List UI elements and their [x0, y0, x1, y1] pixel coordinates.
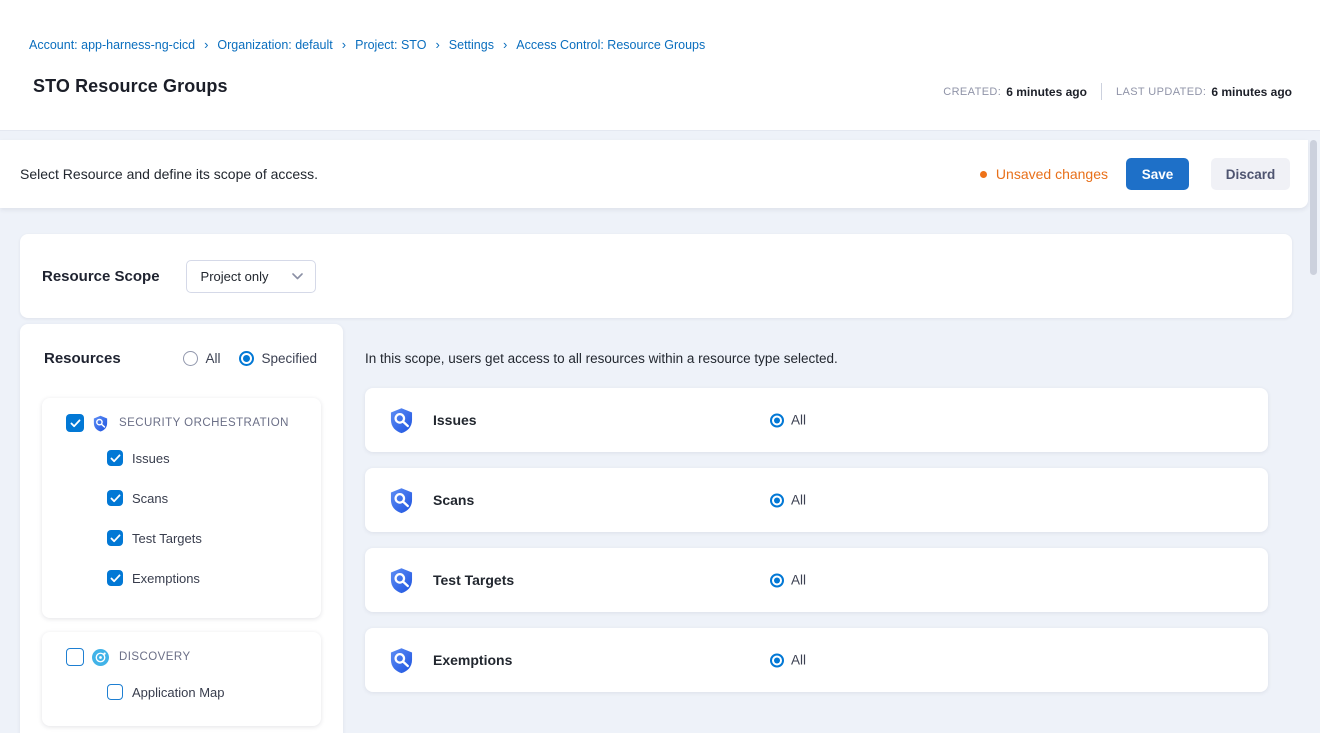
checkbox-application-map[interactable]	[107, 684, 123, 700]
unsaved-changes-status: Unsaved changes	[980, 166, 1108, 182]
shield-search-icon	[388, 646, 415, 675]
breadcrumb-settings[interactable]: Settings	[449, 38, 494, 52]
radar-icon	[92, 649, 109, 666]
meta-divider	[1101, 83, 1102, 100]
resource-scope-select[interactable]: Project only	[186, 260, 316, 293]
toolbar-actions: Unsaved changes Save Discard	[980, 158, 1290, 190]
resource-card-label: Issues	[433, 412, 477, 428]
vertical-scrollbar[interactable]	[1310, 140, 1317, 275]
action-toolbar: Select Resource and define its scope of …	[0, 140, 1308, 208]
page-title: STO Resource Groups	[33, 76, 228, 97]
checkbox-exemptions[interactable]	[107, 570, 123, 586]
resource-item-scans: Scans	[107, 478, 321, 518]
radio-specified-label: Specified	[261, 351, 317, 366]
group-children: Issues Scans Test Targets Exemptions	[42, 432, 321, 598]
resources-header: Resources All Specified	[20, 324, 343, 367]
created-value: 6 minutes ago	[1006, 85, 1087, 99]
radio-circle-selected-icon	[770, 653, 784, 667]
group-discovery: DISCOVERY Application Map	[42, 632, 321, 726]
resource-card-exemptions: Exemptions All	[365, 628, 1268, 692]
resources-panel: Resources All Specified SECURITY ORCHEST…	[20, 324, 343, 733]
chevron-down-icon	[292, 273, 303, 280]
radio-circle-icon	[183, 351, 198, 366]
resource-scope-label: Resource Scope	[42, 268, 160, 285]
group-name: SECURITY ORCHESTRATION	[119, 417, 289, 429]
checkbox-scans[interactable]	[107, 490, 123, 506]
last-updated-label: LAST UPDATED:	[1116, 86, 1206, 98]
radio-circle-selected-icon	[770, 573, 784, 587]
radio-all-label: All	[205, 351, 220, 366]
resource-card-scans: Scans All	[365, 468, 1268, 532]
access-radio-label: All	[791, 493, 806, 508]
resource-scope-selected-value: Project only	[201, 269, 269, 284]
access-radio-label: All	[791, 413, 806, 428]
shield-search-icon	[388, 486, 415, 515]
radio-circle-selected-icon	[770, 493, 784, 507]
resource-label: Scans	[132, 491, 168, 506]
resources-title: Resources	[44, 350, 121, 367]
access-radio-label: All	[791, 653, 806, 668]
access-radio-all-scans[interactable]: All	[770, 493, 806, 508]
discard-button[interactable]: Discard	[1211, 158, 1290, 190]
chevron-right-icon: ›	[435, 38, 439, 51]
group-header: SECURITY ORCHESTRATION	[42, 398, 321, 432]
group-checkbox-discovery[interactable]	[66, 648, 84, 666]
radio-circle-selected-icon	[770, 413, 784, 427]
group-security-orchestration: SECURITY ORCHESTRATION Issues Scans Test…	[42, 398, 321, 618]
shield-search-icon	[388, 566, 415, 595]
created-label: CREATED:	[943, 86, 1001, 98]
breadcrumb-resource-groups[interactable]: Access Control: Resource Groups	[516, 38, 705, 52]
radio-all[interactable]: All	[183, 351, 220, 366]
group-name: DISCOVERY	[119, 651, 191, 663]
unsaved-changes-label: Unsaved changes	[996, 166, 1108, 182]
unsaved-dot-icon	[980, 171, 987, 178]
resource-label: Exemptions	[132, 571, 200, 586]
resource-item-issues: Issues	[107, 438, 321, 478]
resource-item-application-map: Application Map	[107, 672, 321, 712]
resource-item-exemptions: Exemptions	[107, 558, 321, 598]
toolbar-description: Select Resource and define its scope of …	[20, 166, 318, 182]
shield-search-icon	[92, 415, 109, 432]
chevron-right-icon: ›	[204, 38, 208, 51]
page-header: Account: app-harness-ng-cicd › Organizat…	[0, 0, 1320, 130]
resource-card-label: Scans	[433, 492, 474, 508]
access-radio-label: All	[791, 573, 806, 588]
resource-card-label: Test Targets	[433, 572, 514, 588]
breadcrumb-organization[interactable]: Organization: default	[217, 38, 332, 52]
access-radio-all-test-targets[interactable]: All	[770, 573, 806, 588]
resource-card-test-targets: Test Targets All	[365, 548, 1268, 612]
chevron-right-icon: ›	[503, 38, 507, 51]
shield-search-icon	[388, 406, 415, 435]
radio-circle-selected-icon	[239, 351, 254, 366]
resource-label: Issues	[132, 451, 170, 466]
group-checkbox-security-orchestration[interactable]	[66, 414, 84, 432]
header-meta: CREATED: 6 minutes ago LAST UPDATED: 6 m…	[943, 83, 1292, 100]
chevron-right-icon: ›	[342, 38, 346, 51]
access-radio-all-issues[interactable]: All	[770, 413, 806, 428]
breadcrumb-project[interactable]: Project: STO	[355, 38, 426, 52]
resource-card-issues: Issues All	[365, 388, 1268, 452]
resource-label: Test Targets	[132, 531, 202, 546]
resource-card-label: Exemptions	[433, 652, 512, 668]
resource-label: Application Map	[132, 685, 225, 700]
resource-scope-card: Resource Scope Project only	[20, 234, 1292, 318]
last-updated-value: 6 minutes ago	[1211, 85, 1292, 99]
breadcrumb-account[interactable]: Account: app-harness-ng-cicd	[29, 38, 195, 52]
radio-specified[interactable]: Specified	[239, 351, 317, 366]
scope-description: In this scope, users get access to all r…	[365, 351, 838, 366]
access-radio-all-exemptions[interactable]: All	[770, 653, 806, 668]
checkbox-test-targets[interactable]	[107, 530, 123, 546]
resources-mode-radio-group: All Specified	[183, 351, 317, 366]
checkbox-issues[interactable]	[107, 450, 123, 466]
group-header: DISCOVERY	[42, 632, 321, 666]
save-button[interactable]: Save	[1126, 158, 1189, 190]
resource-item-test-targets: Test Targets	[107, 518, 321, 558]
breadcrumb: Account: app-harness-ng-cicd › Organizat…	[29, 38, 705, 52]
group-children: Application Map	[42, 666, 321, 712]
